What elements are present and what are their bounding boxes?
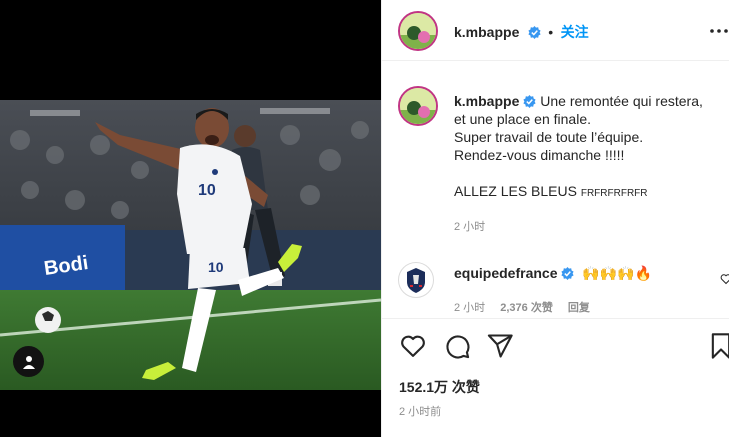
jersey-number: 10	[198, 182, 216, 199]
verified-badge-icon	[561, 267, 575, 280]
caption: k.mbappe Une remontée qui restera, et un…	[454, 92, 726, 234]
caption-text-4: Rendez-vous dimanche !!!!!	[454, 147, 625, 163]
divider	[382, 318, 729, 319]
tagged-user-button[interactable]	[13, 346, 44, 377]
commenter-avatar[interactable]	[398, 262, 434, 298]
comment-text: 🙌🙌🙌🔥	[582, 265, 653, 281]
heart-icon	[720, 274, 729, 285]
likes-count[interactable]: 152.1万 次赞	[399, 377, 480, 397]
author-username[interactable]: k.mbappe	[454, 24, 519, 40]
caption-author-avatar[interactable]	[398, 86, 438, 126]
comment-icon	[446, 335, 470, 359]
caption-text-1: Une remontée qui restera,	[540, 93, 703, 109]
author-avatar[interactable]	[398, 11, 438, 51]
post-media[interactable]: Bodi 10 10	[0, 0, 381, 437]
caption-line-1: k.mbappe Une remontée qui restera,	[454, 92, 726, 110]
reply-button[interactable]: 回复	[568, 302, 590, 314]
caption-text-5-tail: FRFRFRFRFR	[580, 188, 648, 199]
caption-author[interactable]: k.mbappe	[454, 93, 519, 109]
shorts-number: 10	[208, 259, 224, 275]
caption-text-2: et une place en finale.	[454, 111, 591, 127]
person-icon	[22, 355, 35, 369]
comment-author[interactable]: equipedefrance	[454, 265, 557, 281]
comment-meta: 2 小时 2,376 次赞 回复	[454, 299, 590, 315]
more-options-button[interactable]	[709, 21, 729, 41]
caption-text-5: ALLEZ LES BLEUS FRFRFRFRFR	[454, 182, 726, 203]
caption-text-5-main: ALLEZ LES BLEUS	[454, 183, 577, 199]
post-time[interactable]: 2 小时前	[399, 403, 441, 419]
comment: equipedefrance 🙌🙌🙌🔥	[454, 265, 652, 282]
comment-button[interactable]	[443, 332, 471, 360]
comment-time[interactable]: 2 小时	[454, 302, 485, 314]
share-icon	[487, 334, 513, 358]
like-button[interactable]	[399, 332, 427, 360]
comment-like-button[interactable]	[720, 272, 729, 285]
heart-icon	[401, 335, 425, 357]
follow-button[interactable]: 关注	[561, 24, 589, 40]
comment-likes[interactable]: 2,376 次赞	[500, 302, 553, 314]
caption-text-3: Super travail de toute l’équipe.	[454, 129, 644, 145]
verified-badge-icon	[523, 95, 536, 108]
more-horizontal-icon	[710, 29, 728, 33]
avatar-image	[400, 88, 436, 124]
post-photo[interactable]: Bodi 10 10	[0, 100, 381, 390]
bookmark-icon	[711, 333, 729, 359]
caption-time[interactable]: 2 小时	[454, 218, 726, 234]
post-side-panel: k.mbappe • 关注 k.mbappe Une remontée qui …	[381, 0, 729, 437]
save-button[interactable]	[709, 332, 729, 360]
verified-badge-icon	[528, 26, 541, 39]
football-celebration-image: Bodi 10 10	[0, 100, 381, 390]
header-author: k.mbappe • 关注	[454, 22, 589, 42]
avatar-image	[400, 13, 436, 49]
header-separator: •	[548, 24, 554, 40]
post-header: k.mbappe • 关注	[382, 0, 729, 61]
share-button[interactable]	[486, 332, 514, 360]
fff-crest-icon	[407, 268, 425, 293]
